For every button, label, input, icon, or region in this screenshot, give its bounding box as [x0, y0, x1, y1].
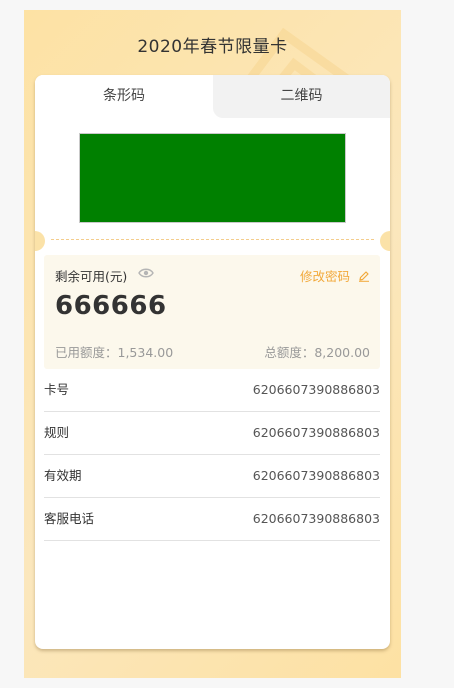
page-title: 2020年春节限量卡: [137, 37, 288, 57]
info-value: 6206607390886803: [252, 468, 380, 483]
info-row-service-phone[interactable]: 客服电话 6206607390886803: [44, 498, 380, 541]
info-value: 6206607390886803: [252, 382, 380, 397]
total-amount: 总额度：8,200.00: [264, 345, 370, 360]
info-label: 卡号: [44, 382, 70, 397]
dashed-divider: [51, 239, 374, 240]
info-label: 规则: [44, 425, 70, 440]
edit-icon: [359, 271, 369, 282]
info-label: 客服电话: [44, 511, 95, 526]
tab-barcode[interactable]: 条形码: [35, 75, 213, 118]
code-tabs: 条形码 二维码: [35, 75, 390, 118]
change-password-link[interactable]: 修改密码: [300, 266, 370, 285]
change-password-label: 修改密码: [299, 269, 350, 284]
balance-amount: 666666: [55, 291, 167, 321]
info-value: 6206607390886803: [252, 425, 380, 440]
barcode-image: [79, 133, 346, 223]
gift-card-panel: 条形码 二维码 剩余可用(元) 修改密码 666666 已用额度：1,534.0…: [35, 75, 390, 649]
info-value: 6206607390886803: [252, 511, 380, 526]
eye-icon[interactable]: [138, 267, 154, 279]
info-row-card-number: 卡号 6206607390886803: [44, 369, 380, 412]
card-info-list: 卡号 6206607390886803 规则 6206607390886803 …: [44, 369, 380, 541]
info-row-rules[interactable]: 规则 6206607390886803: [44, 412, 380, 455]
card-screen: 2020年春节限量卡 条形码 二维码 剩余可用(元) 修改密码 666666 已…: [24, 10, 401, 678]
balance-label: 剩余可用(元): [55, 269, 128, 284]
info-label: 有效期: [44, 468, 82, 483]
balance-panel: 剩余可用(元) 修改密码 666666 已用额度：1,534.00 总额度：8,…: [44, 255, 380, 369]
ticket-notch-left: [35, 231, 45, 251]
ticket-notch-right: [380, 231, 390, 251]
info-row-validity: 有效期 6206607390886803: [44, 455, 380, 498]
tab-qrcode[interactable]: 二维码: [213, 75, 390, 118]
used-amount: 已用额度：1,534.00: [55, 345, 174, 360]
